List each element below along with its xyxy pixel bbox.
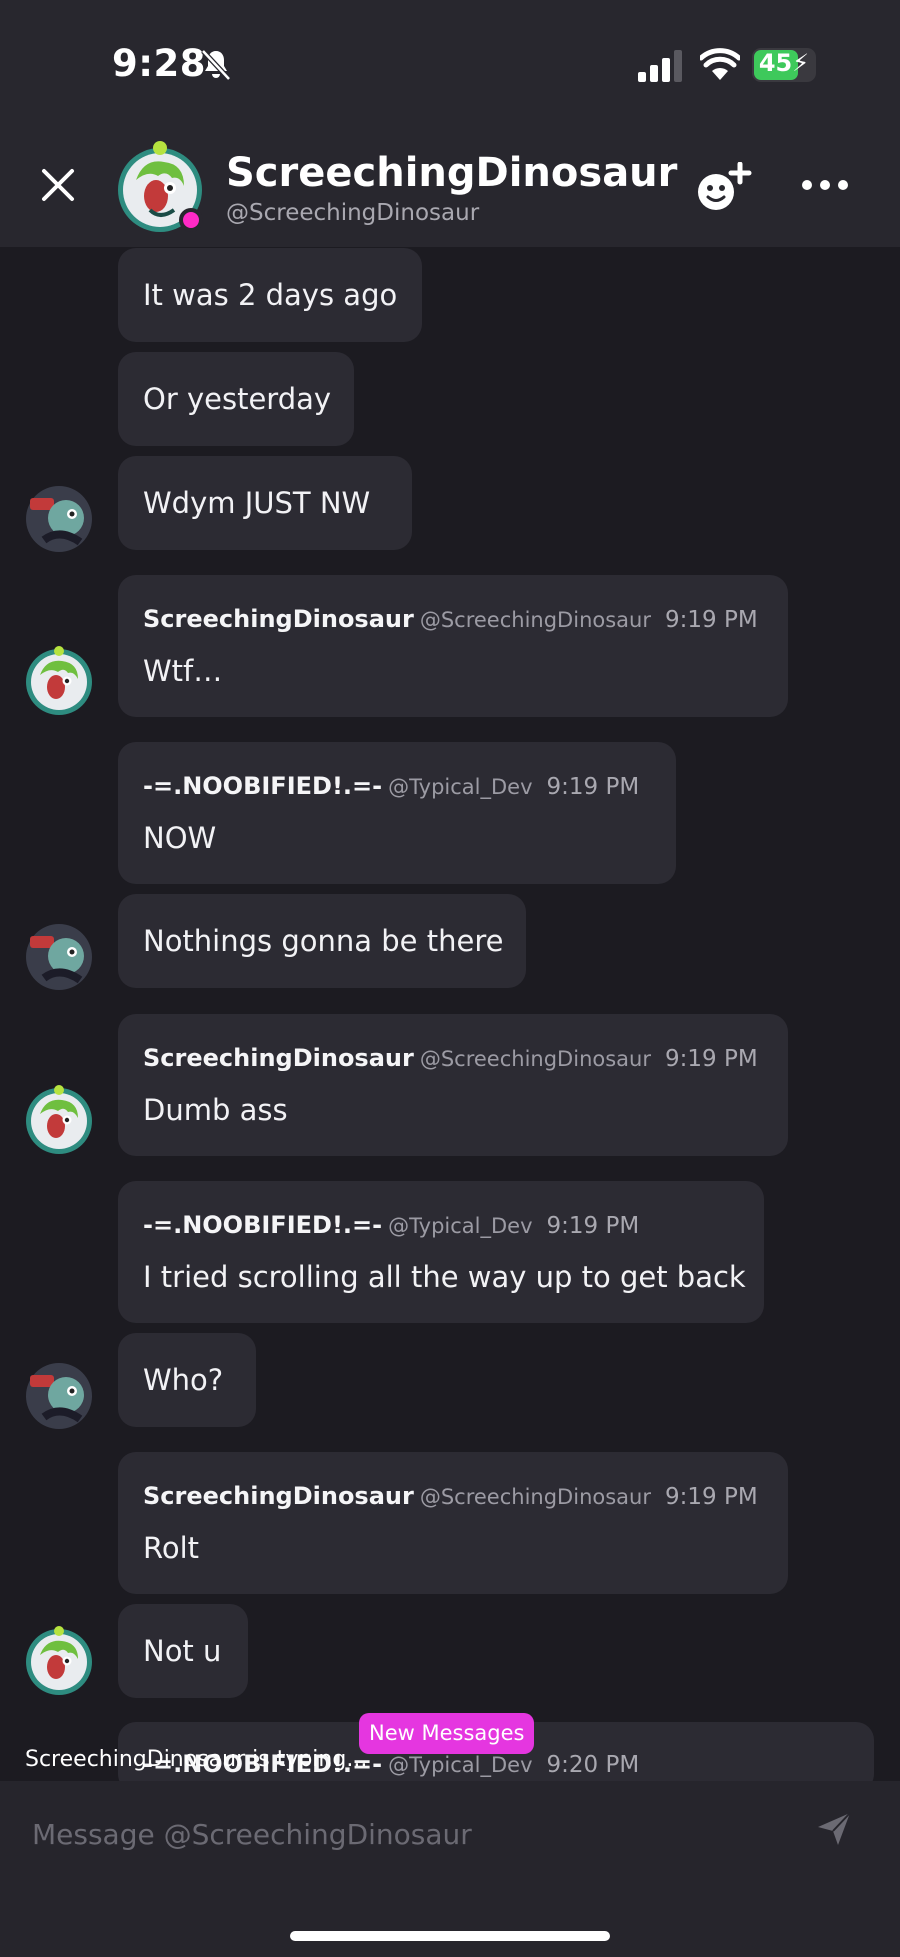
add-friend-icon[interactable] (696, 162, 754, 212)
message-author[interactable]: -=.NOOBIFIED!.=- (143, 772, 382, 800)
message-bubble[interactable]: Or yesterday (118, 352, 354, 446)
message-input[interactable] (32, 1809, 772, 1859)
typical-dev-avatar[interactable] (24, 484, 94, 554)
message-bubble[interactable]: Nothings gonna be there (118, 894, 526, 988)
message-bubble[interactable]: Who? (118, 1333, 256, 1427)
message-bubble[interactable]: -=.NOOBIFIED!.=- @Typical_Dev 9:19 PM I tr… (118, 1181, 764, 1323)
message-bubble[interactable]: -=.NOOBIFIED!.=- @Typical_Dev 9:19 PM NOW (118, 742, 676, 884)
message-bubble[interactable]: Not u (118, 1604, 248, 1698)
close-icon[interactable] (38, 165, 78, 205)
battery-charging-icon: 45⚡ (752, 48, 816, 82)
message-header: ScreechingDinosaur @ScreechingDinosaur 9:1… (143, 605, 758, 633)
message-author[interactable]: ScreechingDinosaur (143, 1044, 414, 1072)
presence-indicator (179, 208, 203, 232)
home-indicator (290, 1931, 610, 1941)
screechingdinosaur-avatar[interactable] (24, 1625, 94, 1695)
message-timestamp: 9:19 PM (664, 607, 758, 633)
message-text: Wtf… (143, 654, 223, 688)
message-timestamp: 9:19 PM (664, 1046, 758, 1072)
message-header: ScreechingDinosaur @ScreechingDinosaur 9:1… (143, 1482, 758, 1510)
message-author[interactable]: ScreechingDinosaur (143, 605, 414, 633)
status-bar: 9:28 45⚡ (0, 0, 900, 130)
message-text: I tried scrolling all the way up to get … (143, 1260, 746, 1294)
bell-slash-icon (201, 49, 231, 81)
message-timestamp: 9:19 PM (546, 1213, 640, 1239)
message-timestamp: 9:19 PM (664, 1484, 758, 1510)
message-text: Who? (143, 1363, 224, 1397)
message-text: It was 2 days ago (143, 278, 398, 312)
typing-indicator: ScreechingDinosaur is typing... (25, 1747, 368, 1772)
message-composer (0, 1781, 900, 1957)
message-author[interactable]: -=.NOOBIFIED!.=- (143, 1211, 382, 1239)
message-bubble[interactable]: ScreechingDinosaur @ScreechingDinosaur 9:1… (118, 1452, 788, 1594)
message-handle: @ScreechingDinosaur (419, 1485, 651, 1509)
message-timestamp: 9:19 PM (546, 774, 640, 800)
message-handle: @Typical_Dev (388, 1753, 533, 1777)
message-author[interactable]: ScreechingDinosaur (143, 1482, 414, 1510)
message-text: Or yesterday (143, 382, 332, 416)
message-bubble[interactable]: Wdym JUST NW (118, 456, 412, 550)
message-timestamp: 9:20 PM (546, 1752, 640, 1778)
message-handle: @Typical_Dev (388, 1214, 533, 1238)
wifi-icon (700, 48, 740, 80)
send-icon[interactable] (816, 1811, 852, 1847)
top-bar: 9:28 45⚡ ScreechingDinosaur @ScreechingD… (0, 0, 900, 247)
screechingdinosaur-avatar[interactable] (24, 1084, 94, 1154)
new-messages-button[interactable]: New Messages (359, 1713, 535, 1754)
message-header: -=.NOOBIFIED!.=- @Typical_Dev 9:19 PM (143, 772, 639, 800)
message-text: Not u (143, 1634, 222, 1668)
message-text: NOW (143, 821, 217, 855)
message-handle: @Typical_Dev (388, 775, 533, 799)
message-text: Rolt (143, 1531, 200, 1565)
status-time: 9:28 (112, 42, 207, 85)
cellular-signal-icon (638, 50, 682, 82)
message-text: Dumb ass (143, 1093, 288, 1127)
message-bubble[interactable]: It was 2 days ago (118, 248, 422, 342)
message-bubble[interactable]: ScreechingDinosaur @ScreechingDinosaur 9:1… (118, 1014, 788, 1156)
header-display-name: ScreechingDinosaur (226, 150, 678, 196)
screechingdinosaur-avatar[interactable] (24, 645, 94, 715)
more-icon[interactable] (800, 170, 850, 200)
message-text: Wdym JUST NW (143, 486, 371, 520)
message-handle: @ScreechingDinosaur (419, 608, 651, 632)
header-username: @ScreechingDinosaur (226, 200, 480, 226)
typical-dev-avatar[interactable] (24, 922, 94, 992)
message-bubble[interactable]: ScreechingDinosaur @ScreechingDinosaur 9:1… (118, 575, 788, 717)
message-header: -=.NOOBIFIED!.=- @Typical_Dev 9:19 PM (143, 1211, 639, 1239)
typical-dev-avatar[interactable] (24, 1361, 94, 1431)
message-header: ScreechingDinosaur @ScreechingDinosaur 9:1… (143, 1044, 758, 1072)
battery-level: 45 (758, 49, 793, 77)
message-handle: @ScreechingDinosaur (419, 1047, 651, 1071)
message-text: Nothings gonna be there (143, 924, 504, 958)
